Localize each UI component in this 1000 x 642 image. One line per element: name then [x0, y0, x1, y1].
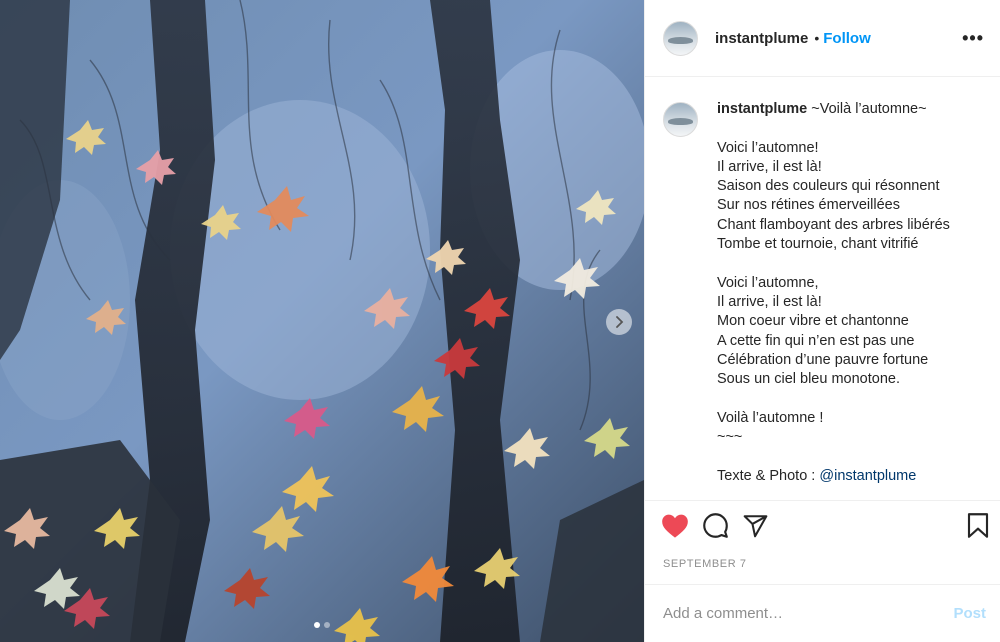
- caption-line: Tombe et tournoie, chant vitrifié: [717, 236, 919, 253]
- autumn-leaves-photo: [0, 0, 644, 642]
- share-button[interactable]: [742, 513, 769, 539]
- mention-link[interactable]: @instantplume: [819, 468, 916, 484]
- avatar[interactable]: [663, 20, 698, 56]
- comment-bar: Post: [645, 584, 1000, 642]
- caption-line: Sous un ciel bleu monotone.: [717, 371, 900, 388]
- caption-line: Il arrive, il est là!: [717, 158, 822, 175]
- save-button[interactable]: [966, 512, 990, 539]
- post-header: instantplume • Follow •••: [645, 0, 1000, 77]
- carousel-dot-active: [314, 622, 320, 628]
- caption-username[interactable]: instantplume: [717, 101, 807, 117]
- post-photo[interactable]: [0, 0, 644, 642]
- header-separator: •: [814, 30, 820, 46]
- instagram-post: instantplume • Follow ••• instantplume ~…: [0, 0, 1000, 642]
- caption-line: Voilà l’automne !: [717, 409, 824, 426]
- comment-button[interactable]: [702, 512, 729, 539]
- caption-line: A cette fin qui n’en est pas une: [717, 332, 915, 349]
- paper-plane-icon: [743, 514, 768, 537]
- caption-heading: instantplume ~Voilà l’automne~: [717, 100, 950, 119]
- post-comment-button[interactable]: Post: [953, 605, 986, 622]
- caption: instantplume ~Voilà l’automne~ Voici l’a…: [717, 100, 950, 500]
- caption-line: Chant flamboyant des arbres libérés: [717, 216, 950, 233]
- credit-prefix: Texte & Photo :: [717, 467, 820, 484]
- caption-area: instantplume ~Voilà l’automne~ Voici l’a…: [645, 77, 1000, 500]
- post-sidebar: instantplume • Follow ••• instantplume ~…: [644, 0, 1000, 642]
- follow-button[interactable]: Follow: [823, 30, 871, 47]
- caption-credit: Texte & Photo : @instantplume: [717, 467, 950, 486]
- caption-line: Voici l’automne!: [717, 139, 819, 156]
- carousel-next-button[interactable]: [606, 309, 632, 335]
- comment-bubble-icon: [703, 513, 728, 538]
- caption-line: Célébration d’une pauvre fortune: [717, 351, 929, 368]
- header-username[interactable]: instantplume: [715, 30, 808, 47]
- heart-filled-icon: [662, 514, 688, 538]
- caption-title: ~Voilà l’automne~: [811, 101, 927, 117]
- comment-input[interactable]: [663, 605, 954, 622]
- caption-line: Mon coeur vibre et chantonne: [717, 313, 909, 330]
- caption-line: ~~~: [717, 429, 743, 446]
- chevron-right-icon: [616, 316, 624, 328]
- more-options-icon[interactable]: •••: [962, 28, 984, 49]
- caption-line: Il arrive, il est là!: [717, 293, 822, 310]
- carousel-dot: [324, 622, 330, 628]
- caption-line: Saison des couleurs qui résonnent: [717, 178, 940, 195]
- action-bar: [645, 500, 1000, 550]
- post-date[interactable]: SEPTEMBER 7: [645, 550, 1000, 584]
- caption-line: Voici l’automne,: [717, 274, 819, 291]
- caption-line: Sur nos rétines émerveillées: [717, 197, 900, 214]
- bookmark-icon: [967, 513, 989, 538]
- like-button[interactable]: [661, 513, 689, 539]
- carousel-dots: [0, 622, 644, 628]
- caption-avatar[interactable]: [663, 102, 698, 137]
